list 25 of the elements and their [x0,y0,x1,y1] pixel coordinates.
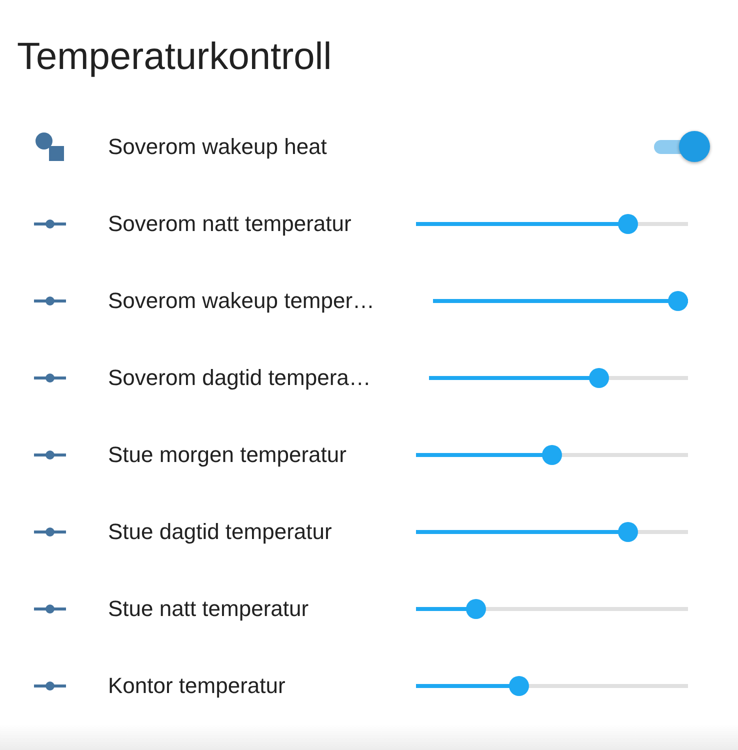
slider-thumb[interactable] [542,444,562,464]
slider-icon [34,604,66,614]
entity-name: Stue morgen temperatur [108,442,348,468]
card-title: Temperaturkontroll [16,35,333,77]
slider-icon [34,218,66,228]
entity-name: Stue natt temperatur [108,596,310,622]
slider-icon [34,450,66,460]
entity-name: Soverom wakeup temper… [108,288,375,314]
entity-name: Kontor temperatur [108,672,286,698]
shapes-icon [34,130,66,162]
entity-name: Soverom natt temperatur [108,210,352,236]
entity-name: Stue dagtid temperatur [108,518,333,544]
slider-thumb[interactable] [466,598,486,618]
slider-icon [34,680,66,690]
slider-thumb[interactable] [589,368,610,388]
slider-thumb[interactable] [618,214,638,234]
entity-name: Soverom wakeup heat [108,134,328,160]
entity-name: Soverom dagtid tempera… [108,364,371,390]
slider-icon [34,526,66,536]
slider-icon [34,372,66,382]
toggle-switch[interactable] [654,130,712,164]
slider-thumb[interactable] [618,522,638,542]
slider-thumb[interactable] [668,290,688,310]
slider-icon [34,296,66,306]
slider-thumb[interactable] [509,676,530,696]
